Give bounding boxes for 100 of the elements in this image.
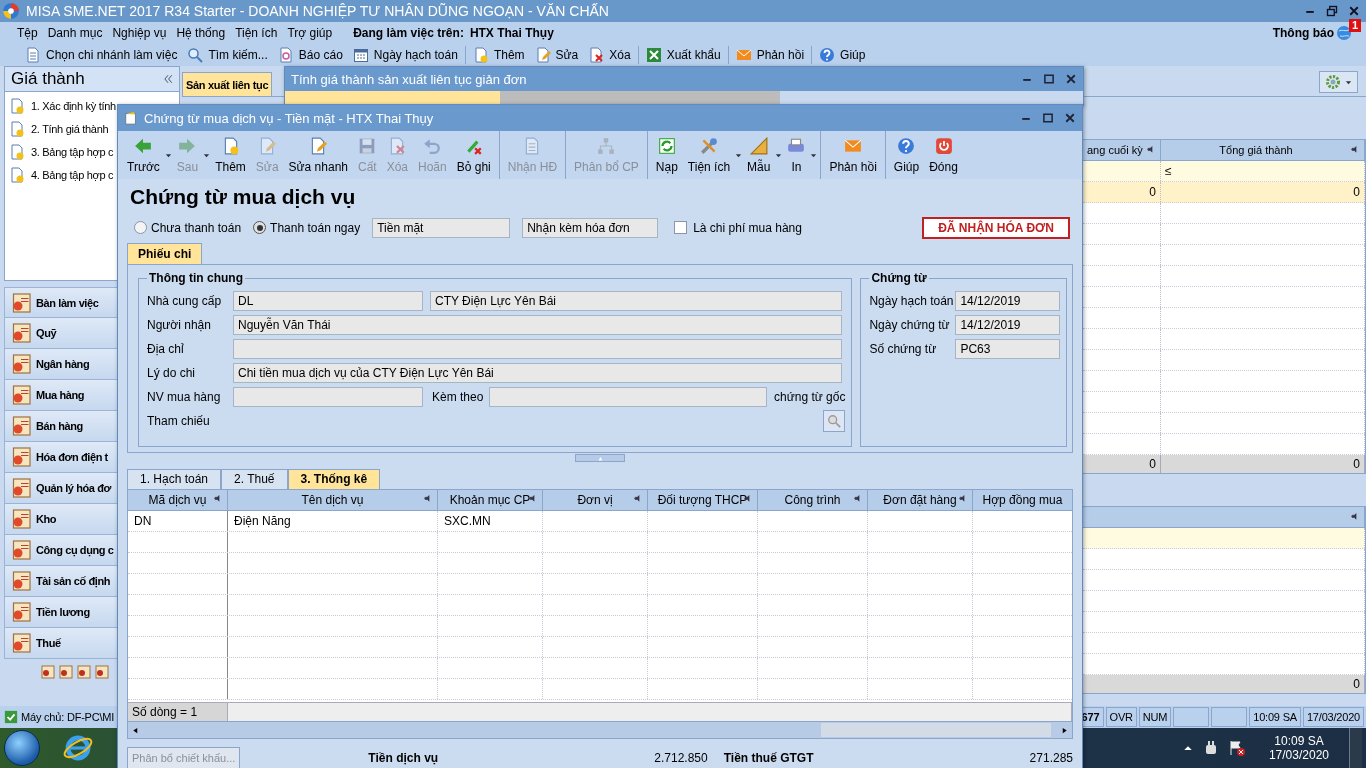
menu-item[interactable]: Hệ thống [171,24,231,42]
text-field[interactable]: CTY Điện Lực Yên Bái [430,291,842,312]
toolbar-button[interactable]: Tiện ích [682,131,743,179]
text-field[interactable]: 14/12/2019 [955,315,1061,336]
total-cell: 0 [1353,457,1360,471]
toolbar-button[interactable]: Nạp [646,131,683,179]
pencil-document-icon [534,47,551,63]
toolbar-button[interactable]: Ngày hạch toán [347,46,463,64]
filter-operator[interactable]: ≤ [1165,164,1172,178]
toolbar-button[interactable]: Sửa [529,46,584,64]
text-field[interactable]: Chi tiền mua dịch vụ của CTY Điện Lực Yên Bái [233,363,842,384]
form-heading: Chứng từ mua dịch vụ [129,184,357,210]
toolbar-button[interactable]: In [782,131,818,179]
text-field[interactable]: Tiền mặt [372,217,511,238]
menu-item[interactable]: Trợ giúp [282,24,338,42]
toolbar-button[interactable]: Tìm kiếm... [182,46,273,64]
caret-icon [203,151,211,159]
small-paper-icon [40,664,56,680]
help-icon [897,136,916,155]
reference-button[interactable] [823,410,846,433]
column-header[interactable]: Tổng giá thành [1165,144,1347,156]
detail-tab[interactable]: 1. Hạch toán [127,468,222,489]
text-field[interactable]: DL [233,291,423,312]
search-icon [827,414,842,429]
column-header[interactable]: Mã dịch vụ [128,489,228,510]
toolbar-button[interactable]: Chọn chi nhánh làm việc [20,46,183,64]
column-header[interactable]: Đơn đặt hàng [868,489,973,510]
maximize-icon [1043,73,1055,85]
toolbar-button[interactable]: Giúp [811,46,871,64]
column-header[interactable]: Khoản mục CP [438,489,543,510]
detail-tab[interactable]: 3. Thống kê [287,468,381,489]
menu-item[interactable]: Danh mục [42,24,108,42]
table-cell: 0 [1353,185,1360,199]
toolbar-button[interactable]: Trước [122,131,172,179]
task-link[interactable]: 1. Xác định kỳ tính [31,99,116,112]
radio-label[interactable]: Thanh toán ngay [270,220,361,235]
menu-item[interactable]: Nghiệp vụ [107,24,172,42]
toolbar-button[interactable]: Phản hồi [727,46,810,64]
toolbar-button[interactable]: Mẫu [742,131,783,179]
toolbar-button[interactable]: Đóng [924,131,963,179]
toolbar-button[interactable]: Báo cáo [272,46,348,64]
collapse-handle[interactable] [575,454,625,463]
new-document-icon [472,47,489,63]
text-field[interactable]: Nhận kèm hóa đơn [522,217,659,238]
menu-item[interactable]: Tiện ích [230,24,283,42]
toolbar-button[interactable]: Xóa [583,46,636,64]
toolbar-button[interactable]: Phản hồi [820,131,882,179]
radio-button[interactable] [253,221,267,235]
page-tab[interactable]: Sản xuất liên tục [182,72,273,96]
field-label: Số chứng từ [869,342,938,357]
text-field[interactable]: Nguyễn Văn Thái [233,315,842,336]
pin-icon [529,494,538,504]
caret-icon [164,151,172,159]
pin-icon [854,494,863,504]
undo-arrow-icon [423,136,442,155]
caret-icon [735,151,743,159]
text-field[interactable] [489,387,767,408]
text-field[interactable] [233,339,842,360]
invoice-status-button[interactable]: ĐÃ NHẬN HÓA ĐƠN [922,216,1070,239]
text-field[interactable] [233,387,423,408]
show-desktop-button[interactable] [1349,728,1362,768]
report-icon [277,47,294,63]
toolbar-button[interactable]: Giúp [884,131,925,179]
task-link[interactable]: 4. Bảng tập hợp c [31,168,114,181]
flag-icon [1228,740,1245,756]
workspace-name: HTX Thai Thụy [469,26,554,40]
column-header[interactable]: Đơn vị [543,489,648,510]
detail-tab[interactable]: 2. Thuế [221,468,288,489]
radio-button[interactable] [134,221,147,235]
column-header[interactable]: ang cuối kỳ [1087,144,1143,156]
task-link[interactable]: 3. Bảng tập hợp c [31,145,114,158]
column-header[interactable]: Đối tượng THCP [648,489,758,510]
toolbar-button[interactable]: Xuất khẩu [637,46,726,64]
toolbar-button[interactable]: Thêm [464,46,530,64]
total-cell: 0 [1149,457,1156,471]
clock-time: 10:09 SA [1274,734,1324,748]
task-link[interactable]: 2. Tính giá thành [31,122,109,135]
toolbar-button[interactable]: Sửa nhanh [283,131,353,179]
column-header[interactable]: Tên dịch vụ [228,489,438,510]
column-header[interactable]: Hợp đồng mua [973,489,1072,510]
toolbar-button[interactable]: Thêm [210,131,251,179]
document-cross-icon [388,136,407,155]
column-header[interactable]: Công trình [758,489,868,510]
form-tab[interactable]: Phiếu chi [127,243,203,265]
checkbox-label[interactable]: Là chi phí mua hàng [693,220,802,235]
checkbox[interactable] [674,221,688,235]
group-title: Chứng từ [870,271,928,286]
menu-item[interactable]: Tệp [12,24,43,42]
notepad-icon [124,111,138,125]
start-button[interactable] [4,730,40,766]
notifications-link[interactable]: Thông báo [1272,26,1334,40]
printer-icon [787,136,806,155]
text-field[interactable]: PC63 [955,339,1061,360]
document-icon [25,47,41,63]
row-count: Số dòng = 1 [132,705,198,720]
toolbar-button[interactable]: Bỏ ghi [451,131,496,179]
text-field[interactable]: 14/12/2019 [955,291,1061,312]
horizontal-scrollbar[interactable] [128,721,1072,739]
settings-button[interactable] [1319,71,1358,93]
radio-label[interactable]: Chưa thanh toán [151,220,242,235]
